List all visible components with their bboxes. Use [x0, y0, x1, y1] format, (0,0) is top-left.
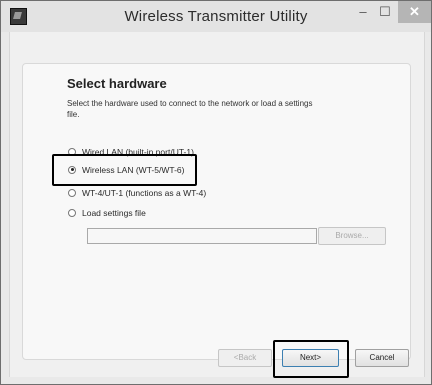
option-wt4-ut1[interactable]: WT-4/UT-1 (functions as a WT-4) — [68, 188, 206, 198]
title-bar[interactable]: Wireless Transmitter Utility – ☐ ✕ — [1, 1, 431, 32]
maximize-button[interactable]: ☐ — [375, 1, 395, 23]
option-label: Wireless LAN (WT-5/WT-6) — [82, 165, 185, 175]
option-load-settings[interactable]: Load settings file — [68, 208, 146, 218]
back-button[interactable]: <Back — [218, 349, 272, 367]
option-label: WT-4/UT-1 (functions as a WT-4) — [82, 188, 207, 198]
next-button[interactable]: Next> — [282, 349, 339, 367]
cancel-button[interactable]: Cancel — [355, 349, 409, 367]
minimize-button[interactable]: – — [353, 1, 373, 23]
close-button[interactable]: ✕ — [398, 1, 431, 23]
option-wireless-lan[interactable]: Wireless LAN (WT-5/WT-6) — [68, 165, 184, 175]
settings-file-path-field[interactable] — [87, 228, 317, 244]
page-description: Select the hardware used to connect to t… — [67, 99, 313, 119]
radio-wireless-lan[interactable] — [68, 165, 76, 174]
radio-wt4-ut1[interactable] — [68, 188, 76, 197]
radio-load-settings[interactable] — [68, 208, 76, 217]
option-label: Load settings file — [82, 208, 146, 218]
browse-button[interactable]: Browse... — [318, 227, 386, 245]
page-heading: Select hardware — [67, 76, 167, 91]
